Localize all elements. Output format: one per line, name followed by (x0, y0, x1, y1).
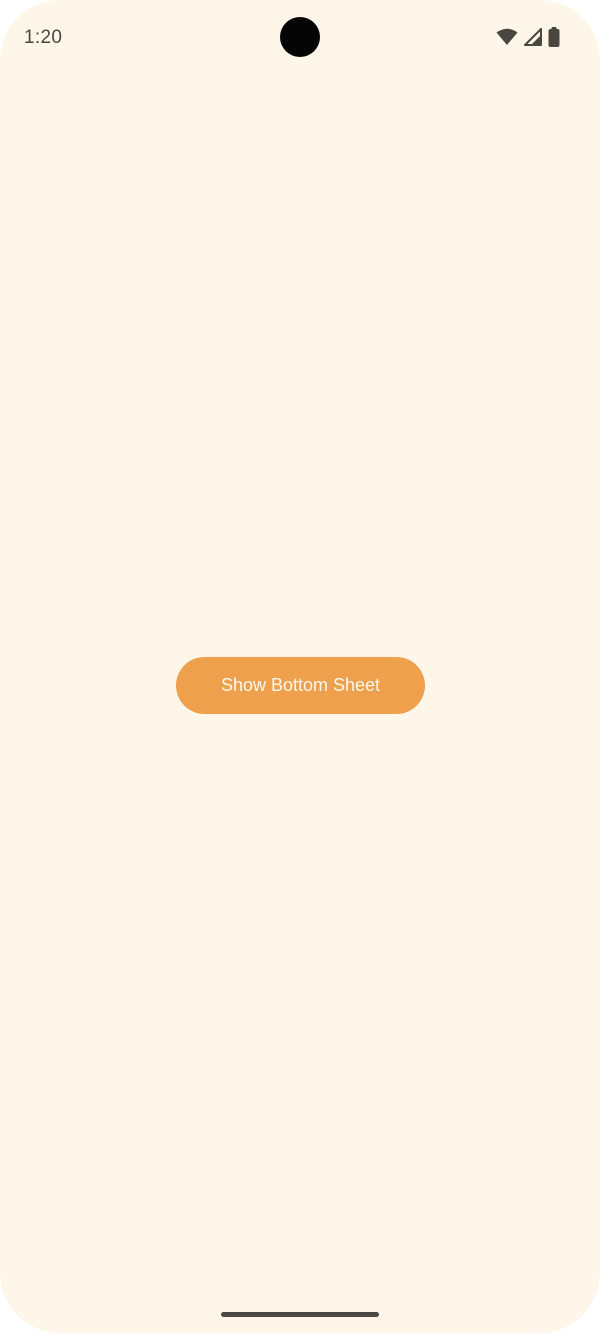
show-bottom-sheet-button[interactable]: Show Bottom Sheet (176, 657, 425, 714)
gesture-navigation-handle[interactable] (221, 1312, 379, 1317)
status-icons (496, 27, 560, 47)
status-time: 1:20 (24, 27, 63, 48)
main-content: Show Bottom Sheet (0, 76, 600, 1293)
battery-icon (548, 27, 560, 47)
cellular-signal-icon (524, 28, 542, 46)
camera-cutout (280, 17, 320, 57)
phone-screen: 1:20 Show Bottom Sheet (0, 0, 600, 1333)
status-bar: 1:20 (0, 0, 600, 76)
wifi-icon (496, 28, 518, 46)
